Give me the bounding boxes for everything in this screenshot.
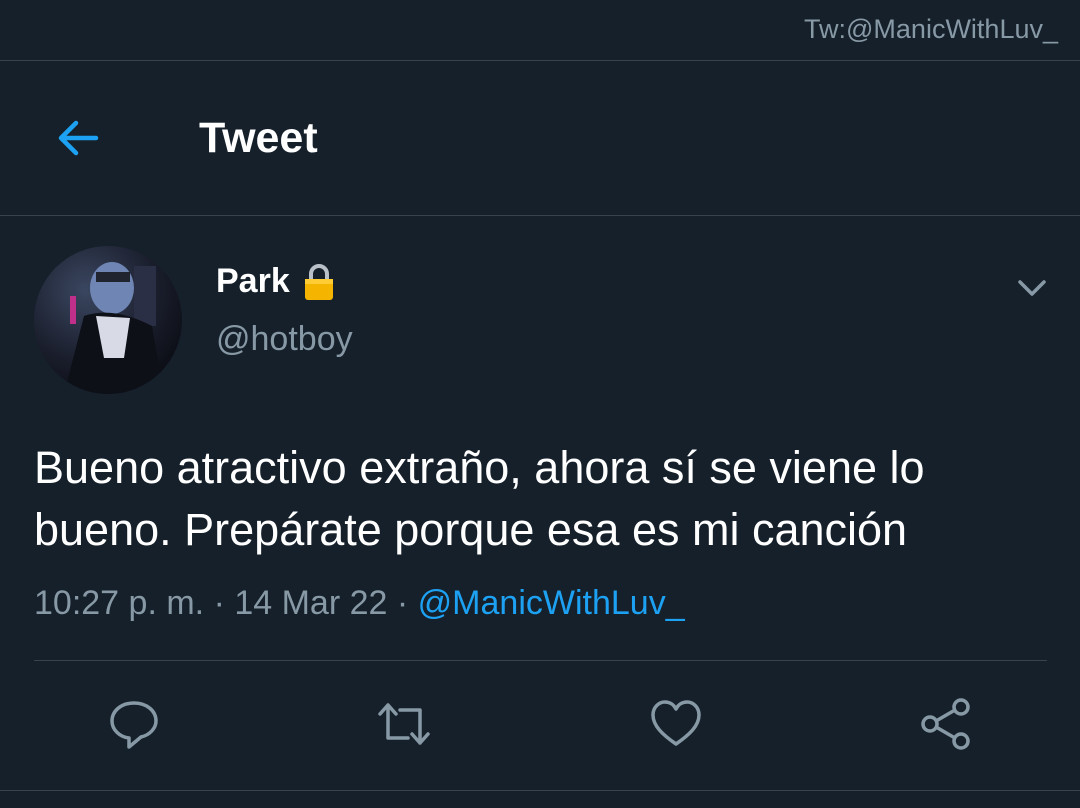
tweet-meta: 10:27 p. m. · 14 Mar 22 · @ManicWithLuv_ bbox=[34, 584, 685, 623]
page-title: Tweet bbox=[199, 114, 318, 162]
share-icon bbox=[921, 698, 970, 750]
avatar[interactable] bbox=[34, 246, 182, 394]
retweet-button[interactable] bbox=[376, 696, 432, 752]
watermark: Tw:@ManicWithLuv_ bbox=[804, 14, 1058, 44]
reply-icon bbox=[110, 701, 158, 749]
chevron-down-icon[interactable] bbox=[1014, 270, 1050, 306]
share-button[interactable] bbox=[918, 696, 974, 752]
like-icon bbox=[651, 700, 701, 746]
tweet-text: Bueno atractivo extraño, ahora sí se vie… bbox=[34, 437, 1054, 561]
tweet-source-link[interactable]: @ManicWithLuv_ bbox=[418, 584, 685, 622]
back-button[interactable] bbox=[52, 112, 104, 164]
actions-divider bbox=[34, 660, 1047, 661]
arrow-left-icon bbox=[58, 120, 99, 156]
padlock-icon bbox=[302, 263, 336, 301]
tweet-text-line: bueno. Prepárate porque esa es mi canció… bbox=[34, 504, 908, 555]
top-divider bbox=[0, 60, 1080, 61]
tweet-date: 14 Mar 22 bbox=[234, 584, 388, 622]
tweet-time: 10:27 p. m. bbox=[34, 584, 205, 622]
like-button[interactable] bbox=[648, 696, 704, 752]
retweet-icon bbox=[378, 703, 430, 745]
author-name[interactable]: Park bbox=[216, 262, 290, 301]
reply-button[interactable] bbox=[106, 696, 162, 752]
header-divider bbox=[0, 215, 1080, 216]
author-handle[interactable]: @hotboy bbox=[216, 320, 353, 359]
bottom-divider bbox=[0, 790, 1080, 791]
meta-separator: · bbox=[396, 584, 418, 622]
meta-separator: · bbox=[213, 584, 235, 622]
tweet-text-line: Bueno atractivo extraño, ahora sí se vie… bbox=[34, 442, 925, 493]
